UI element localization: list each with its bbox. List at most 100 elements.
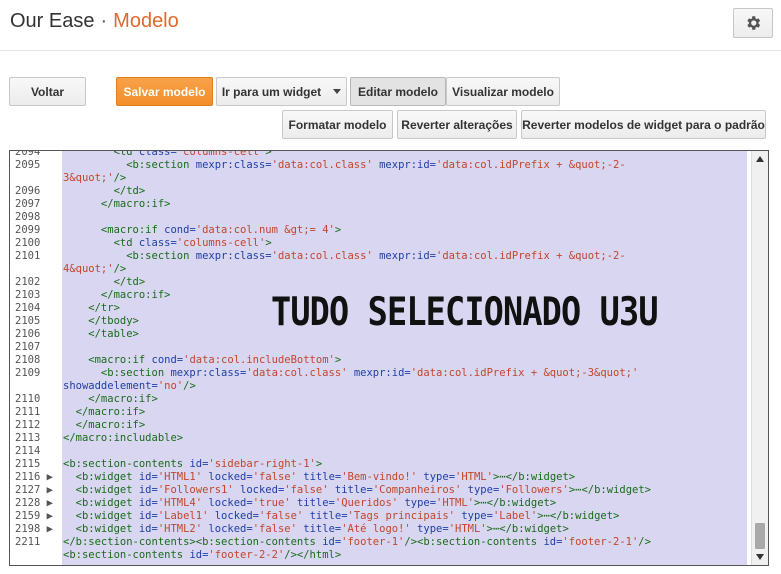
save-template-button[interactable]: Salvar modelo — [116, 77, 213, 106]
scroll-up-arrow-icon[interactable] — [756, 156, 764, 162]
code-token: 'false' — [252, 471, 297, 483]
code-token: /></html> — [284, 549, 342, 561]
line-number: 2100 — [15, 237, 41, 249]
code-line: 3&quot;'/> — [63, 172, 126, 185]
line-number — [10, 380, 58, 393]
code-line: <b:widget id='HTML1' locked='false' titl… — [63, 471, 576, 484]
code-line: showaddelement='no'/> — [63, 380, 196, 393]
code-line: <td class='columns-cell'> — [63, 151, 272, 159]
code-token: <b:widget — [63, 497, 139, 509]
code-line: </tbody> — [63, 315, 139, 328]
line-number: 2115 — [15, 458, 41, 470]
code-token: <b:widget — [63, 510, 139, 522]
code-token: 'data:col.class' — [271, 159, 373, 171]
code-line: <b:widget id='HTML4' locked='true' title… — [63, 497, 557, 510]
line-number[interactable]: 2159 ▶ — [10, 510, 58, 523]
line-number[interactable]: 2116 ▶ — [10, 471, 58, 484]
code-token: 'HTML' — [448, 523, 487, 535]
code-token: 'Followers1' — [157, 484, 234, 496]
line-number: 2106 — [15, 328, 41, 340]
code-line: <b:section-contents id='sidebar-right-1'… — [63, 458, 322, 471]
format-template-button[interactable]: Formatar modelo — [282, 110, 393, 139]
code-line: <b:widget id='Label1' locked='false' tit… — [63, 510, 620, 523]
code-line: </macro:if> — [63, 393, 158, 406]
top-header: Our Ease · Modelo — [0, 0, 781, 51]
code-token: /> — [113, 263, 127, 275]
code-token: > — [334, 224, 342, 236]
code-token: </tr> — [63, 302, 120, 314]
code-token: 'columns-cell' — [176, 237, 266, 249]
back-button[interactable]: Voltar — [9, 77, 86, 106]
code-line: </macro:if> — [63, 406, 146, 419]
code-token: 'false' — [252, 523, 297, 535]
code-line: </table> — [63, 328, 139, 341]
line-number: 2103 — [15, 289, 41, 301]
code-token: id= — [138, 484, 158, 496]
revert-widget-templates-button[interactable]: Reverter modelos de widget para o padrão — [521, 110, 766, 139]
line-number: 2109 — [15, 367, 41, 379]
code-token: <macro:if — [63, 224, 165, 236]
code-token: mexpr:id= — [379, 250, 437, 262]
code-token: 'HTML' — [455, 471, 493, 483]
code-token: <b:widget — [63, 484, 139, 496]
code-token: > — [334, 354, 342, 366]
blog-name[interactable]: Our Ease — [10, 10, 94, 32]
scrollbar-thumb[interactable] — [755, 523, 765, 549]
page-title: Modelo — [113, 10, 179, 32]
line-number[interactable]: 2198 ▶ — [10, 523, 58, 536]
code-token: 'Label1' — [157, 510, 209, 522]
code-line: </macro:if> — [63, 198, 171, 211]
line-number[interactable]: 2127 ▶ — [10, 484, 58, 497]
code-area[interactable]: <td class='columns-cell'> <b:section mex… — [62, 151, 747, 565]
code-token: title= — [303, 471, 342, 483]
preview-template-button[interactable]: Visualizar modelo — [446, 77, 560, 106]
code-line: </macro:if> — [63, 289, 171, 302]
code-line: <b:section mexpr:class='data:col.class' … — [63, 367, 638, 380]
code-token: mexpr:class= — [195, 159, 272, 171]
line-number — [10, 549, 58, 562]
code-token: 'data:col.idPrefix + &quot;-2- — [436, 250, 626, 262]
code-line: </td> — [63, 185, 146, 198]
code-token: </macro:includable> — [63, 432, 184, 444]
line-number[interactable]: 2128 ▶ — [10, 497, 58, 510]
code-token: 'data:col.class' — [271, 250, 373, 262]
line-number-gutter: 2094 2095 2096 2097 2098 2099 2100 2101 2102 2103… — [10, 151, 62, 565]
code-token: 'no' — [157, 380, 184, 392]
settings-button[interactable] — [733, 8, 773, 38]
code-line: <b:section mexpr:class='data:col.class' … — [63, 159, 626, 172]
line-number: 2112 — [15, 419, 41, 431]
code-token: locked= — [208, 523, 253, 535]
code-editor[interactable]: 2094 2095 2096 2097 2098 2099 2100 2101 2102 2103… — [9, 150, 769, 566]
code-token: </td> — [63, 185, 146, 197]
code-token: id= — [138, 510, 158, 522]
revert-changes-button[interactable]: Reverter alterações — [397, 110, 517, 139]
code-token: <b:widget — [63, 523, 139, 535]
line-number: 2098 — [15, 211, 41, 223]
code-line: </macro:includable> — [63, 432, 183, 445]
code-token: <b:section — [63, 250, 196, 262]
code-token: 'data:col.idPrefix + &quot;-2- — [436, 159, 626, 171]
vertical-scrollbar[interactable] — [751, 151, 768, 565]
code-token: id= — [138, 497, 158, 509]
code-token: <b:section-contents — [63, 549, 190, 561]
code-token: > — [315, 458, 323, 470]
code-token: >⋯</b:widget> — [486, 523, 569, 535]
line-number: 2105 — [15, 315, 41, 327]
code-token: cond= — [164, 224, 196, 236]
scroll-down-arrow-icon[interactable] — [756, 554, 764, 560]
code-token: 'Queridos' — [334, 497, 399, 509]
line-number: 2111 — [15, 406, 41, 418]
code-token: type= — [417, 523, 449, 535]
code-token: id= — [138, 523, 158, 535]
code-token: mexpr:class= — [195, 250, 272, 262]
jump-to-widget-dropdown[interactable]: Ir para um widget — [216, 77, 347, 106]
line-number — [10, 263, 58, 276]
edit-template-button[interactable]: Editar modelo — [350, 77, 446, 106]
line-number: 2113 — [15, 432, 41, 444]
code-token: 3&quot;' — [63, 172, 114, 184]
code-line: </td> — [63, 276, 146, 289]
code-token: mexpr:id= — [379, 159, 437, 171]
code-token: mexpr:class= — [170, 367, 247, 379]
code-token: id= — [543, 536, 563, 548]
code-token: >⋯</b:widget> — [473, 497, 557, 509]
